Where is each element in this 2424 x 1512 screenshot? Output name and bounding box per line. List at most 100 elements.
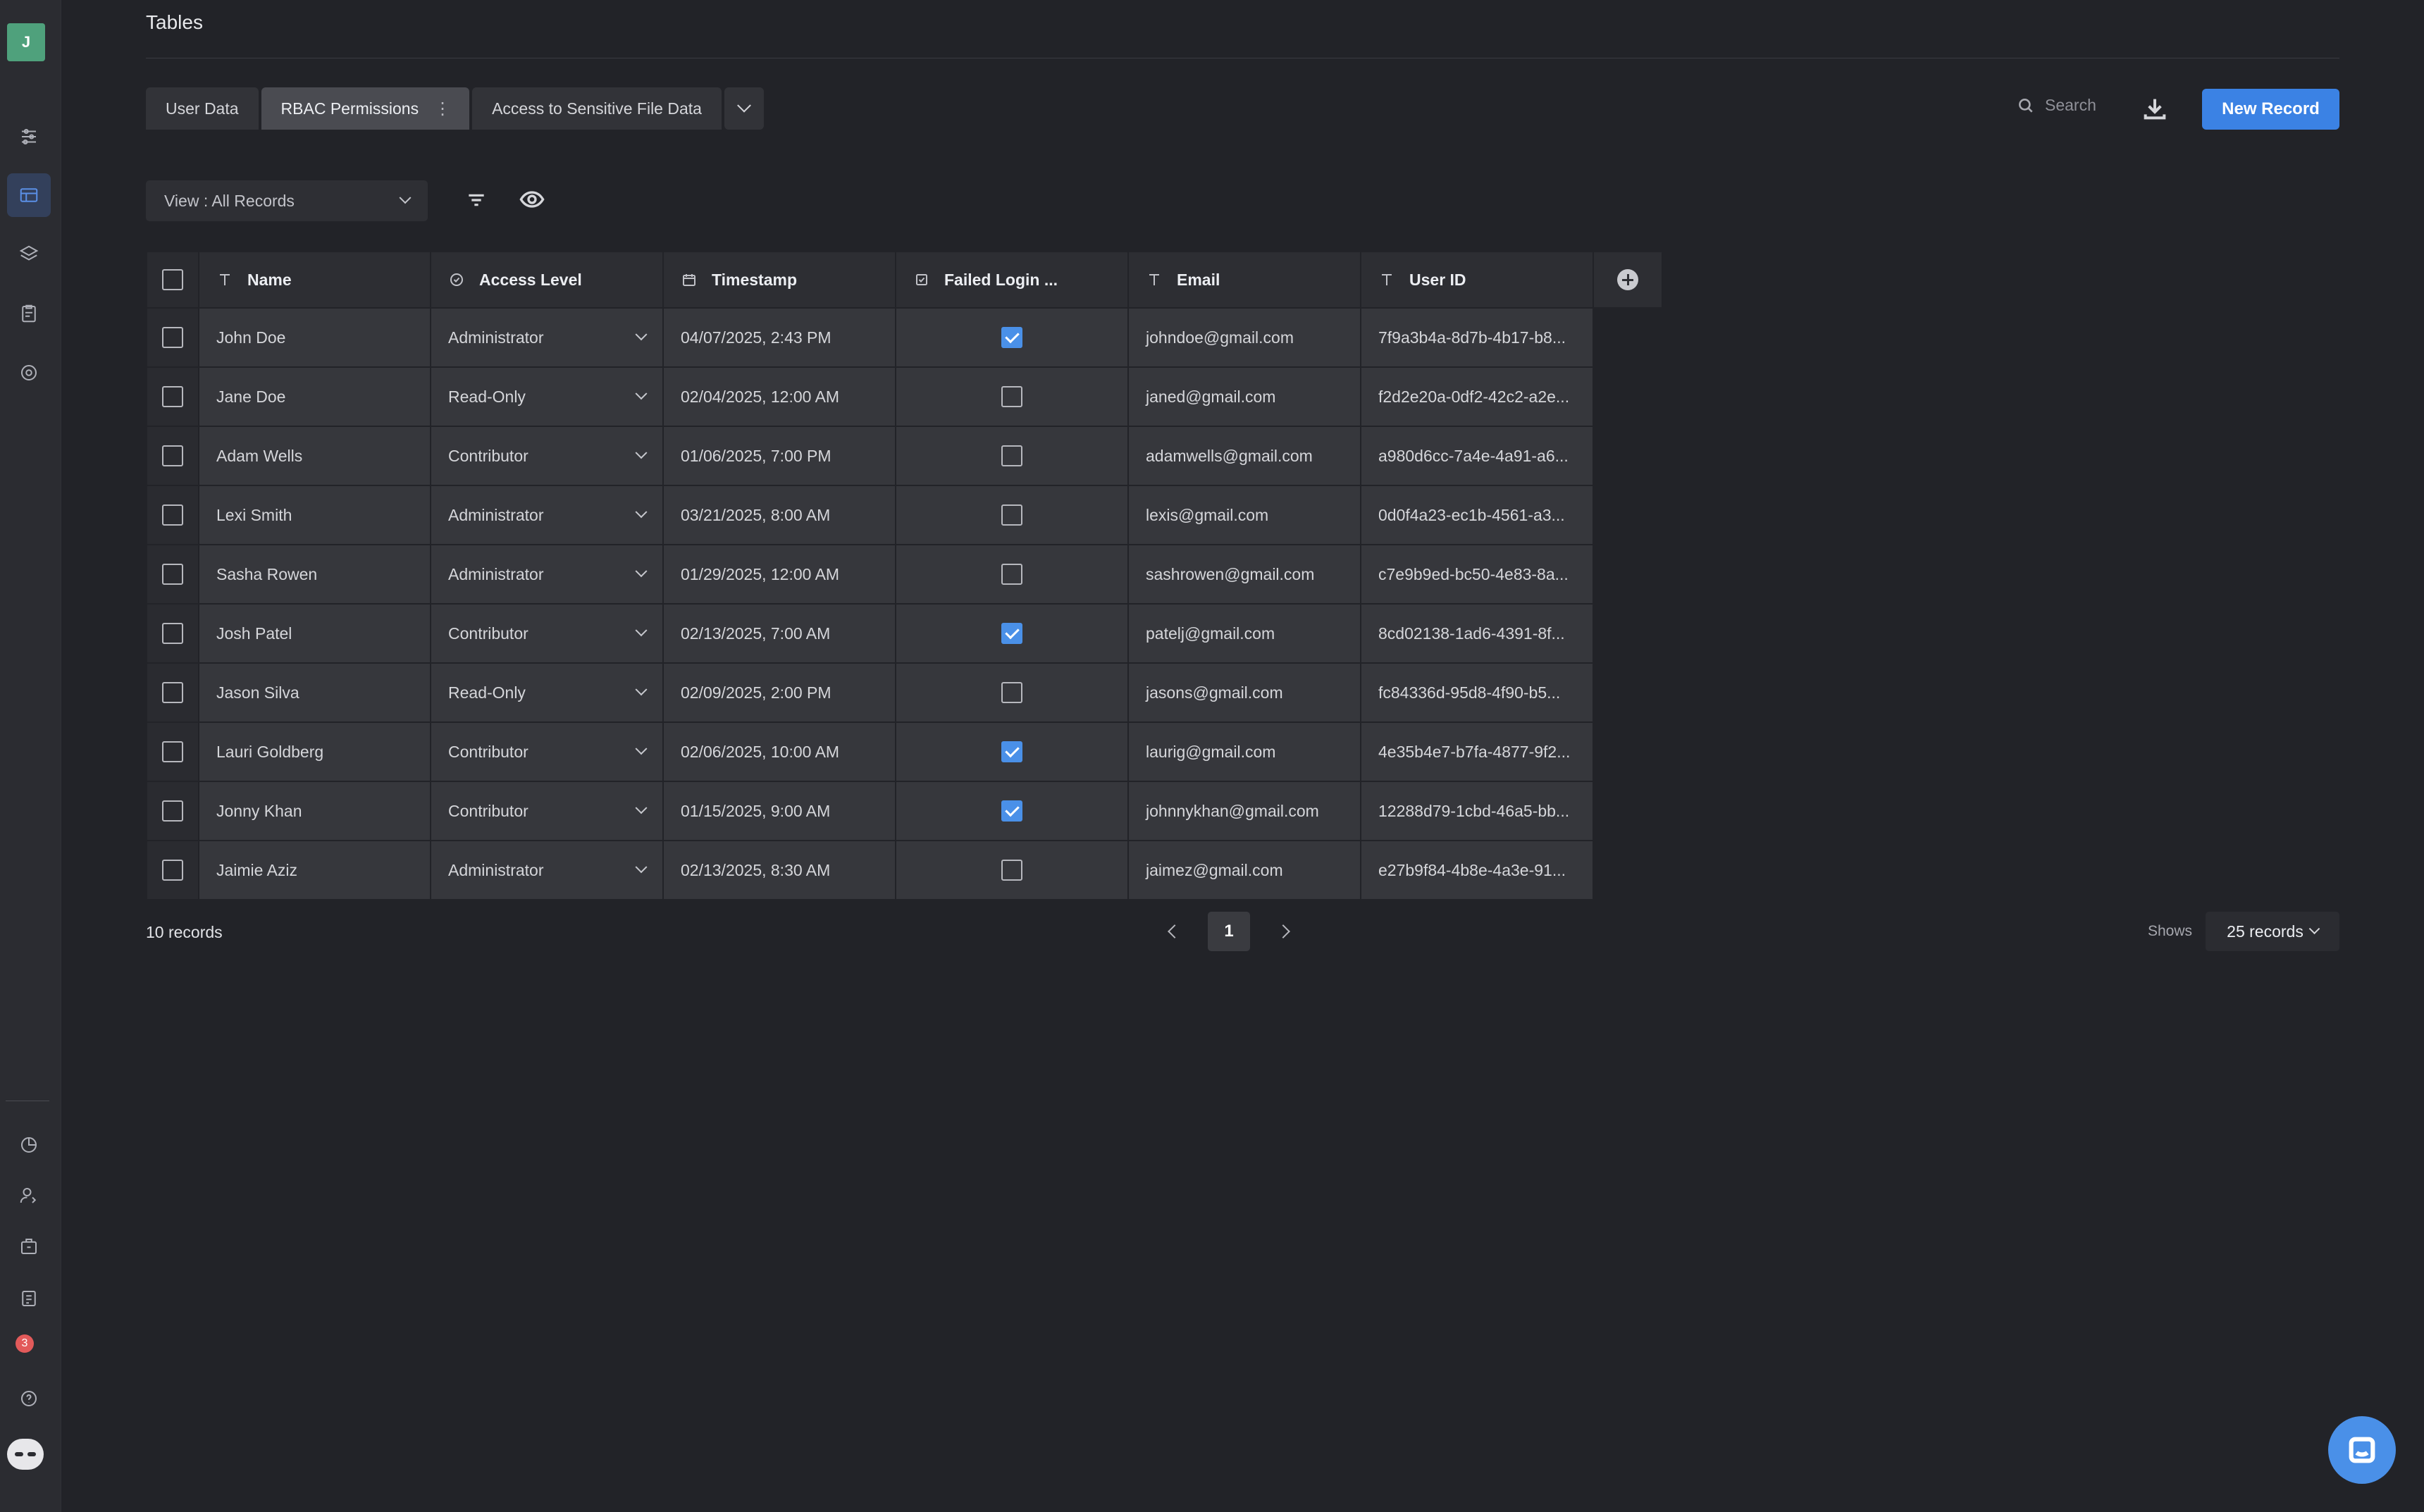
eye-icon[interactable] xyxy=(519,187,545,211)
cell-name[interactable]: Jane Doe xyxy=(198,366,431,427)
cell-access-level[interactable]: Contributor xyxy=(430,426,664,486)
failed-login-checkbox[interactable] xyxy=(1001,386,1022,407)
cell-user-id[interactable]: a980d6cc-7a4e-4a91-a6... xyxy=(1360,426,1594,486)
cell-name[interactable]: Josh Patel xyxy=(198,603,431,664)
cell-timestamp[interactable]: 04/07/2025, 2:43 PM xyxy=(662,307,896,368)
search-box[interactable]: Search xyxy=(2017,96,2096,115)
cell-name[interactable]: Jaimie Aziz xyxy=(198,840,431,900)
failed-login-checkbox[interactable] xyxy=(1001,623,1022,644)
cell-email[interactable]: patelj@gmail.com xyxy=(1127,603,1361,664)
cell-email[interactable]: jasons@gmail.com xyxy=(1127,662,1361,723)
document-icon[interactable] xyxy=(7,1277,51,1320)
pie-chart-icon[interactable] xyxy=(7,1123,51,1167)
bot-icon[interactable] xyxy=(7,1439,44,1470)
cell-timestamp[interactable]: 02/04/2025, 12:00 AM xyxy=(662,366,896,427)
cell-name[interactable]: Sasha Rowen xyxy=(198,544,431,605)
cell-user-id[interactable]: 8cd02138-1ad6-4391-8f... xyxy=(1360,603,1594,664)
cell-access-level[interactable]: Contributor xyxy=(430,603,664,664)
download-button[interactable] xyxy=(2141,94,2169,123)
cell-user-id[interactable]: e27b9f84-4b8e-4a3e-91... xyxy=(1360,840,1594,900)
failed-login-checkbox[interactable] xyxy=(1001,682,1022,703)
add-column-icon[interactable] xyxy=(1617,269,1638,290)
cell-name[interactable]: John Doe xyxy=(198,307,431,368)
column-header-email[interactable]: Email xyxy=(1127,251,1361,309)
cell-name[interactable]: Adam Wells xyxy=(198,426,431,486)
cell-email[interactable]: sashrowen@gmail.com xyxy=(1127,544,1361,605)
table-row[interactable]: Josh Patel Contributor 02/13/2025, 7:00 AM… xyxy=(146,603,1663,664)
table-row[interactable]: Lexi Smith Administrator 03/21/2025, 8:00 … xyxy=(146,485,1663,545)
cell-name[interactable]: Lauri Goldberg xyxy=(198,721,431,782)
chevron-left-icon[interactable] xyxy=(1168,924,1182,938)
target-icon[interactable] xyxy=(7,351,51,395)
table-row[interactable]: Jaimie Aziz Administrator 02/13/2025, 8:30… xyxy=(146,840,1663,900)
avatar[interactable]: J xyxy=(7,23,45,61)
search-input[interactable]: Search xyxy=(2045,96,2096,115)
cell-timestamp[interactable]: 01/06/2025, 7:00 PM xyxy=(662,426,896,486)
cell-timestamp[interactable]: 02/13/2025, 7:00 AM xyxy=(662,603,896,664)
cell-access-level[interactable]: Contributor xyxy=(430,781,664,841)
cell-timestamp[interactable]: 02/13/2025, 8:30 AM xyxy=(662,840,896,900)
cell-email[interactable]: lexis@gmail.com xyxy=(1127,485,1361,545)
column-header-timestamp[interactable]: Timestamp xyxy=(662,251,896,309)
cell-timestamp[interactable]: 03/21/2025, 8:00 AM xyxy=(662,485,896,545)
column-header-failed-login[interactable]: Failed Login ... xyxy=(895,251,1129,309)
cell-timestamp[interactable]: 02/09/2025, 2:00 PM xyxy=(662,662,896,723)
tabs-dropdown-button[interactable] xyxy=(724,87,764,130)
cell-email[interactable]: johnnykhan@gmail.com xyxy=(1127,781,1361,841)
tab-access-to-sensitive-file-data[interactable]: Access to Sensitive File Data xyxy=(472,87,722,130)
table-row[interactable]: Lauri Goldberg Contributor 02/06/2025, 10:… xyxy=(146,721,1663,782)
table-row[interactable]: John Doe Administrator 04/07/2025, 2:43 PM… xyxy=(146,307,1663,368)
row-select-checkbox[interactable] xyxy=(162,860,183,881)
table-row[interactable]: Jonny Khan Contributor 01/15/2025, 9:00 AM… xyxy=(146,781,1663,841)
cell-access-level[interactable]: Administrator xyxy=(430,485,664,545)
select-all-checkbox[interactable] xyxy=(162,269,183,290)
column-header-name[interactable]: Name xyxy=(198,251,431,309)
failed-login-checkbox[interactable] xyxy=(1001,860,1022,881)
new-record-button[interactable]: New Record xyxy=(2202,89,2339,130)
column-header-access-level[interactable]: Access Level xyxy=(430,251,664,309)
table-icon[interactable] xyxy=(7,173,51,217)
column-header-user-id[interactable]: User ID xyxy=(1360,251,1594,309)
row-select-checkbox[interactable] xyxy=(162,800,183,822)
failed-login-checkbox[interactable] xyxy=(1001,504,1022,526)
page-number[interactable]: 1 xyxy=(1208,912,1250,951)
filter-icon[interactable] xyxy=(465,189,488,211)
cell-access-level[interactable]: Administrator xyxy=(430,840,664,900)
failed-login-checkbox[interactable] xyxy=(1001,327,1022,348)
cell-access-level[interactable]: Read-Only xyxy=(430,662,664,723)
row-select-checkbox[interactable] xyxy=(162,445,183,466)
cell-user-id[interactable]: fc84336d-95d8-4f90-b5... xyxy=(1360,662,1594,723)
failed-login-checkbox[interactable] xyxy=(1001,800,1022,822)
table-row[interactable]: Jane Doe Read-Only 02/04/2025, 12:00 AM jan… xyxy=(146,366,1663,427)
row-select-checkbox[interactable] xyxy=(162,623,183,644)
row-select-checkbox[interactable] xyxy=(162,386,183,407)
notification-badge[interactable]: 3 xyxy=(16,1334,34,1353)
chat-button[interactable] xyxy=(2328,1416,2396,1484)
cell-user-id[interactable]: 4e35b4e7-b7fa-4877-9f2... xyxy=(1360,721,1594,782)
cell-user-id[interactable]: c7e9b9ed-bc50-4e83-8a... xyxy=(1360,544,1594,605)
failed-login-checkbox[interactable] xyxy=(1001,564,1022,585)
cell-access-level[interactable]: Contributor xyxy=(430,721,664,782)
cell-user-id[interactable]: 0d0f4a23-ec1b-4561-a3... xyxy=(1360,485,1594,545)
cell-timestamp[interactable]: 01/29/2025, 12:00 AM xyxy=(662,544,896,605)
row-select-checkbox[interactable] xyxy=(162,682,183,703)
row-select-checkbox[interactable] xyxy=(162,741,183,762)
per-page-select[interactable]: 25 records xyxy=(2206,912,2339,951)
cell-name[interactable]: Jonny Khan xyxy=(198,781,431,841)
row-select-checkbox[interactable] xyxy=(162,327,183,348)
layers-icon[interactable] xyxy=(7,233,51,276)
cell-name[interactable]: Jason Silva xyxy=(198,662,431,723)
cell-user-id[interactable]: f2d2e20a-0df2-42c2-a2e... xyxy=(1360,366,1594,427)
view-select[interactable]: View : All Records xyxy=(146,180,428,221)
cell-name[interactable]: Lexi Smith xyxy=(198,485,431,545)
cell-access-level[interactable]: Administrator xyxy=(430,544,664,605)
cell-user-id[interactable]: 7f9a3b4a-8d7b-4b17-b8... xyxy=(1360,307,1594,368)
clipboard-icon[interactable] xyxy=(7,292,51,335)
help-icon[interactable] xyxy=(7,1377,51,1420)
failed-login-checkbox[interactable] xyxy=(1001,741,1022,762)
chevron-right-icon[interactable] xyxy=(1276,924,1290,938)
cell-email[interactable]: jaimez@gmail.com xyxy=(1127,840,1361,900)
row-select-checkbox[interactable] xyxy=(162,564,183,585)
row-select-checkbox[interactable] xyxy=(162,504,183,526)
cell-access-level[interactable]: Read-Only xyxy=(430,366,664,427)
